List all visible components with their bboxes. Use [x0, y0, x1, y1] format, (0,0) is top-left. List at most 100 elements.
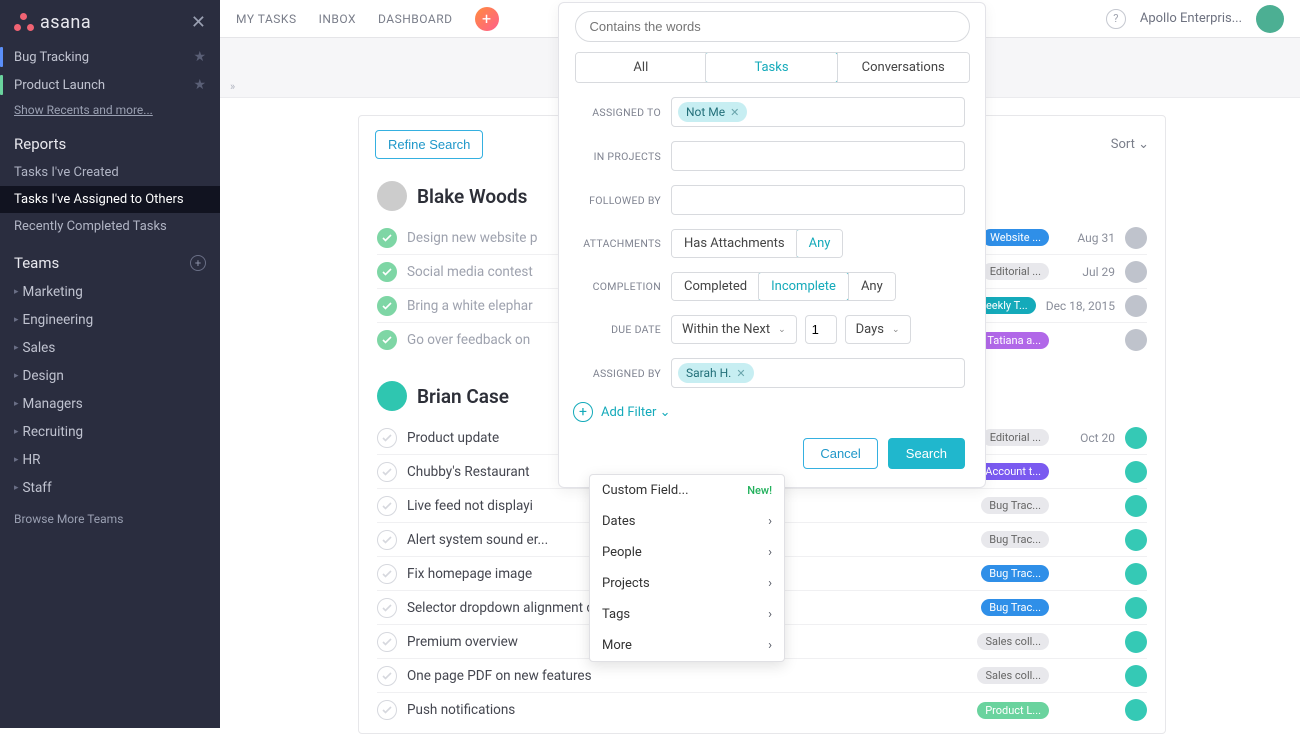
task-checkbox[interactable] [377, 530, 397, 550]
report-item[interactable]: Tasks I've Created [0, 159, 220, 186]
project-tag[interactable]: Bug Trac... [981, 599, 1049, 616]
assigned-to-chip[interactable]: Not Me✕ [678, 102, 747, 122]
search-input[interactable] [575, 11, 970, 42]
task-checkbox[interactable] [377, 462, 397, 482]
team-item[interactable]: HR [0, 446, 220, 474]
task-checkbox[interactable] [377, 428, 397, 448]
topnav-my-tasks[interactable]: MY TASKS [236, 12, 297, 26]
due-unit-select[interactable]: Days⌄ [845, 315, 911, 344]
report-item[interactable]: Recently Completed Tasks [0, 213, 220, 240]
team-item[interactable]: Sales [0, 334, 220, 362]
project-tag[interactable]: Editorial ... [982, 429, 1049, 446]
recent-project[interactable]: Bug Tracking★ [0, 43, 220, 71]
project-tag[interactable]: Bug Trac... [981, 497, 1049, 514]
assigned-to-field[interactable]: Not Me✕ [671, 97, 965, 127]
in-projects-field[interactable] [671, 141, 965, 171]
filter-menu-item[interactable]: People› [590, 537, 784, 568]
task-checkbox[interactable] [377, 632, 397, 652]
team-item[interactable]: Managers [0, 390, 220, 418]
filter-menu-item[interactable]: Projects› [590, 568, 784, 599]
project-tag[interactable]: Bug Trac... [981, 565, 1049, 582]
star-icon[interactable]: ★ [193, 49, 206, 65]
filter-menu-item[interactable]: Custom Field...New! [590, 475, 784, 506]
sidebar-close-icon[interactable]: ✕ [191, 12, 206, 33]
due-number-input[interactable] [805, 315, 837, 344]
task-assignee-avatar[interactable] [1125, 329, 1147, 351]
sort-dropdown[interactable]: Sort ⌄ [1111, 137, 1149, 152]
opt-any-attachments[interactable]: Any [796, 229, 844, 258]
team-item[interactable]: Staff [0, 474, 220, 502]
followed-by-field[interactable] [671, 185, 965, 215]
opt-any-completion[interactable]: Any [848, 273, 895, 300]
task-assignee-avatar[interactable] [1125, 227, 1147, 249]
tab-tasks[interactable]: Tasks [705, 52, 838, 83]
task-assignee-avatar[interactable] [1125, 597, 1147, 619]
filter-menu-item[interactable]: More› [590, 630, 784, 661]
task-checkbox[interactable] [377, 700, 397, 720]
chip-remove-icon[interactable]: ✕ [736, 367, 745, 380]
task-assignee-avatar[interactable] [1125, 631, 1147, 653]
topnav-dashboard[interactable]: DASHBOARD [378, 12, 452, 26]
task-assignee-avatar[interactable] [1125, 699, 1147, 721]
task-checkbox[interactable] [377, 598, 397, 618]
project-tag[interactable]: Website ... [982, 229, 1049, 246]
task-checkbox[interactable] [377, 296, 397, 316]
task-checkbox[interactable] [377, 330, 397, 350]
team-item[interactable]: Marketing [0, 278, 220, 306]
help-icon[interactable]: ? [1106, 9, 1126, 29]
task-checkbox[interactable] [377, 262, 397, 282]
report-item[interactable]: Tasks I've Assigned to Others [0, 186, 220, 213]
team-item[interactable]: Engineering [0, 306, 220, 334]
assignee-avatar[interactable] [377, 381, 407, 411]
task-assignee-avatar[interactable] [1125, 563, 1147, 585]
task-checkbox[interactable] [377, 496, 397, 516]
task-row[interactable]: Push notificationsProduct L... [377, 693, 1147, 727]
project-tag[interactable]: Bug Trac... [981, 531, 1049, 548]
project-tag[interactable]: Product L... [977, 702, 1049, 719]
subbar-chevron-icon[interactable]: » [230, 80, 235, 93]
cancel-button[interactable]: Cancel [803, 438, 877, 469]
tab-conversations[interactable]: Conversations [837, 53, 969, 82]
task-checkbox[interactable] [377, 228, 397, 248]
task-assignee-avatar[interactable] [1125, 495, 1147, 517]
project-tag[interactable]: Tatiana a... [979, 332, 1049, 349]
star-icon[interactable]: ★ [193, 77, 206, 93]
project-tag[interactable]: eekly T... [978, 297, 1036, 314]
task-assignee-avatar[interactable] [1125, 665, 1147, 687]
task-row[interactable]: One page PDF on new featuresSales coll..… [377, 659, 1147, 693]
browse-more-teams-link[interactable]: Browse More Teams [0, 508, 220, 530]
show-recents-link[interactable]: Show Recents and more... [0, 99, 220, 121]
task-assignee-avatar[interactable] [1125, 529, 1147, 551]
task-checkbox[interactable] [377, 564, 397, 584]
search-button[interactable]: Search [888, 438, 965, 469]
filter-menu-item[interactable]: Tags› [590, 599, 784, 630]
assigned-by-chip[interactable]: Sarah H.✕ [678, 363, 754, 383]
refine-search-button[interactable]: Refine Search [375, 130, 483, 159]
project-tag[interactable]: Sales coll... [977, 633, 1049, 650]
opt-has-attachments[interactable]: Has Attachments [672, 230, 797, 257]
task-assignee-avatar[interactable] [1125, 295, 1147, 317]
task-assignee-avatar[interactable] [1125, 427, 1147, 449]
quick-add-icon[interactable]: + [475, 7, 499, 31]
task-assignee-avatar[interactable] [1125, 261, 1147, 283]
team-item[interactable]: Recruiting [0, 418, 220, 446]
add-team-icon[interactable]: + [190, 255, 206, 271]
topnav-inbox[interactable]: INBOX [319, 12, 356, 26]
chip-remove-icon[interactable]: ✕ [730, 106, 739, 119]
tab-all[interactable]: All [576, 53, 707, 82]
recent-project[interactable]: Product Launch★ [0, 71, 220, 99]
user-avatar[interactable] [1256, 5, 1284, 33]
opt-incomplete[interactable]: Incomplete [758, 272, 849, 301]
project-tag[interactable]: Account t... [977, 463, 1049, 480]
project-tag[interactable]: Editorial ... [982, 263, 1049, 280]
logo[interactable]: asana [14, 12, 91, 33]
workspace-dropdown[interactable]: Apollo Enterpris... [1140, 11, 1242, 26]
add-filter-link[interactable]: Add Filter ⌄ [601, 405, 671, 420]
add-filter-plus-icon[interactable]: + [573, 402, 593, 422]
task-assignee-avatar[interactable] [1125, 461, 1147, 483]
assigned-by-field[interactable]: Sarah H.✕ [671, 358, 965, 388]
opt-completed[interactable]: Completed [672, 273, 759, 300]
team-item[interactable]: Design [0, 362, 220, 390]
assignee-avatar[interactable] [377, 181, 407, 211]
project-tag[interactable]: Sales coll... [977, 667, 1049, 684]
